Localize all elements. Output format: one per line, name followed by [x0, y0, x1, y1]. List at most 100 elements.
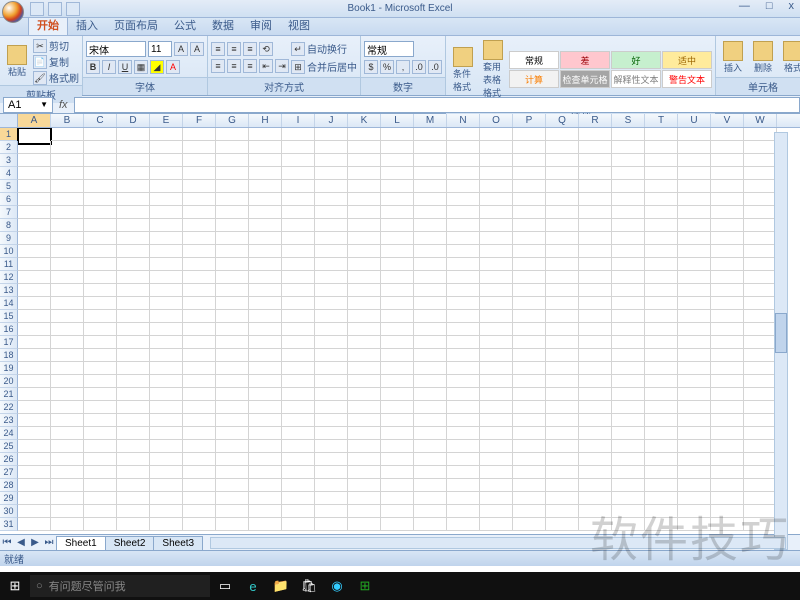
- cell-I24[interactable]: [282, 427, 315, 440]
- font-size-select[interactable]: [148, 41, 172, 57]
- cell-H25[interactable]: [249, 440, 282, 453]
- style-计算[interactable]: 计算: [509, 70, 559, 88]
- edge-icon[interactable]: e: [240, 574, 266, 598]
- cell-S13[interactable]: [612, 284, 645, 297]
- cell-T11[interactable]: [645, 258, 678, 271]
- cell-S8[interactable]: [612, 219, 645, 232]
- cell-Q1[interactable]: [546, 128, 579, 141]
- cell-K25[interactable]: [348, 440, 381, 453]
- cell-K17[interactable]: [348, 336, 381, 349]
- cell-L12[interactable]: [381, 271, 414, 284]
- col-header-A[interactable]: A: [18, 114, 51, 127]
- cell-G15[interactable]: [216, 310, 249, 323]
- cell-J13[interactable]: [315, 284, 348, 297]
- cell-U18[interactable]: [678, 349, 711, 362]
- cell-V16[interactable]: [711, 323, 744, 336]
- cell-S14[interactable]: [612, 297, 645, 310]
- cell-O28[interactable]: [480, 479, 513, 492]
- cell-I20[interactable]: [282, 375, 315, 388]
- cell-C16[interactable]: [84, 323, 117, 336]
- cell-Q20[interactable]: [546, 375, 579, 388]
- cell-C8[interactable]: [84, 219, 117, 232]
- row-header-12[interactable]: 12: [0, 271, 18, 284]
- row-header-25[interactable]: 25: [0, 440, 18, 453]
- undo-icon[interactable]: [48, 2, 62, 16]
- cell-B29[interactable]: [51, 492, 84, 505]
- cell-T27[interactable]: [645, 466, 678, 479]
- cell-A21[interactable]: [18, 388, 51, 401]
- cell-W7[interactable]: [744, 206, 777, 219]
- cell-M12[interactable]: [414, 271, 447, 284]
- cell-K24[interactable]: [348, 427, 381, 440]
- cell-O11[interactable]: [480, 258, 513, 271]
- cell-I2[interactable]: [282, 141, 315, 154]
- font-name-select[interactable]: [86, 41, 146, 57]
- cell-T10[interactable]: [645, 245, 678, 258]
- cell-G7[interactable]: [216, 206, 249, 219]
- row-header-31[interactable]: 31: [0, 518, 18, 531]
- tab-审阅[interactable]: 审阅: [242, 15, 280, 35]
- cell-C20[interactable]: [84, 375, 117, 388]
- cell-J10[interactable]: [315, 245, 348, 258]
- cell-D1[interactable]: [117, 128, 150, 141]
- redo-icon[interactable]: [66, 2, 80, 16]
- row-header-17[interactable]: 17: [0, 336, 18, 349]
- cell-W26[interactable]: [744, 453, 777, 466]
- cell-P6[interactable]: [513, 193, 546, 206]
- cell-W19[interactable]: [744, 362, 777, 375]
- cell-S21[interactable]: [612, 388, 645, 401]
- cell-L20[interactable]: [381, 375, 414, 388]
- cell-G23[interactable]: [216, 414, 249, 427]
- style-解释性文本[interactable]: 解释性文本: [611, 70, 661, 88]
- cell-P4[interactable]: [513, 167, 546, 180]
- cell-J9[interactable]: [315, 232, 348, 245]
- cell-K12[interactable]: [348, 271, 381, 284]
- sheet-nav-first[interactable]: ⏮: [0, 537, 14, 548]
- cell-C19[interactable]: [84, 362, 117, 375]
- cell-W30[interactable]: [744, 505, 777, 518]
- cell-J15[interactable]: [315, 310, 348, 323]
- sheet-tab-Sheet2[interactable]: Sheet2: [105, 536, 155, 550]
- style-gallery[interactable]: 常规差好适中计算检查单元格解释性文本警告文本: [509, 51, 712, 88]
- cell-I18[interactable]: [282, 349, 315, 362]
- cell-V31[interactable]: [711, 518, 744, 531]
- cell-O17[interactable]: [480, 336, 513, 349]
- close-button[interactable]: x: [785, 0, 799, 12]
- sheet-tab-Sheet3[interactable]: Sheet3: [153, 536, 203, 550]
- cell-Q31[interactable]: [546, 518, 579, 531]
- cell-N19[interactable]: [447, 362, 480, 375]
- cell-V9[interactable]: [711, 232, 744, 245]
- cell-N7[interactable]: [447, 206, 480, 219]
- cell-F1[interactable]: [183, 128, 216, 141]
- sheet-tab-Sheet1[interactable]: Sheet1: [56, 536, 106, 550]
- cell-R26[interactable]: [579, 453, 612, 466]
- cell-D7[interactable]: [117, 206, 150, 219]
- cell-V17[interactable]: [711, 336, 744, 349]
- cell-U8[interactable]: [678, 219, 711, 232]
- cell-G16[interactable]: [216, 323, 249, 336]
- cell-D4[interactable]: [117, 167, 150, 180]
- cell-B7[interactable]: [51, 206, 84, 219]
- cell-P16[interactable]: [513, 323, 546, 336]
- cell-T26[interactable]: [645, 453, 678, 466]
- cell-E1[interactable]: [150, 128, 183, 141]
- cell-V10[interactable]: [711, 245, 744, 258]
- cell-M19[interactable]: [414, 362, 447, 375]
- cell-E29[interactable]: [150, 492, 183, 505]
- cell-Q10[interactable]: [546, 245, 579, 258]
- cell-O20[interactable]: [480, 375, 513, 388]
- explorer-icon[interactable]: 📁: [268, 574, 294, 598]
- style-好[interactable]: 好: [611, 51, 661, 69]
- cell-L19[interactable]: [381, 362, 414, 375]
- cell-F14[interactable]: [183, 297, 216, 310]
- cell-B17[interactable]: [51, 336, 84, 349]
- cell-P27[interactable]: [513, 466, 546, 479]
- cell-H6[interactable]: [249, 193, 282, 206]
- cell-H5[interactable]: [249, 180, 282, 193]
- cell-J23[interactable]: [315, 414, 348, 427]
- save-icon[interactable]: [30, 2, 44, 16]
- cell-V13[interactable]: [711, 284, 744, 297]
- cell-A3[interactable]: [18, 154, 51, 167]
- cell-C3[interactable]: [84, 154, 117, 167]
- cell-Q2[interactable]: [546, 141, 579, 154]
